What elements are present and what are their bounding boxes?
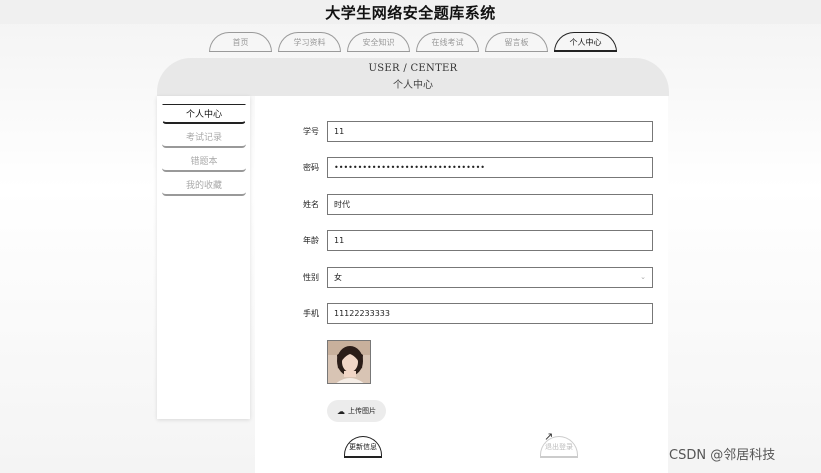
name-row: 姓名 (255, 194, 668, 216)
age-input[interactable] (327, 230, 653, 251)
app-header: 大学生网络安全题库系统 (0, 0, 821, 24)
gender-select[interactable]: 女 ⌄ (327, 267, 653, 288)
sidebar-item-exam-records[interactable]: 考试记录 (162, 128, 246, 148)
phone-label: 手机 (303, 309, 319, 318)
mouse-cursor-icon: ↗ (544, 430, 554, 443)
password-row: 密码 (255, 157, 668, 179)
gender-row: 性别 女 ⌄ (255, 267, 668, 289)
tab-security-knowledge[interactable]: 安全知识 (347, 32, 410, 52)
sidebar-item-wrong-questions[interactable]: 错题本 (162, 152, 246, 172)
student-id-input[interactable] (327, 121, 653, 142)
watermark: CSDN @邻居科技 (669, 448, 776, 463)
tab-study-materials[interactable]: 学习资料 (278, 32, 341, 52)
student-id-label: 学号 (303, 127, 319, 136)
gender-value: 女 (334, 273, 342, 282)
sidebar-item-favorites[interactable]: 我的收藏 (162, 176, 246, 196)
password-label: 密码 (303, 163, 319, 172)
tab-online-exam[interactable]: 在线考试 (416, 32, 479, 52)
banner-title-zh: 个人中心 (393, 80, 433, 91)
password-input[interactable] (327, 157, 653, 178)
app-title: 大学生网络安全题库系统 (325, 3, 496, 22)
tab-home[interactable]: 首页 (209, 32, 272, 52)
cloud-upload-icon: ☁ (337, 406, 345, 416)
profile-form: 学号 密码 姓名 年龄 性别 女 ⌄ 手机 ☁ (255, 96, 668, 473)
gender-label: 性别 (303, 273, 319, 282)
chevron-down-icon: ⌄ (640, 273, 646, 281)
upload-image-button[interactable]: ☁ 上传图片 (327, 400, 386, 422)
age-row: 年龄 (255, 230, 668, 252)
avatar (327, 340, 371, 384)
update-info-button[interactable]: 更新信息 (344, 436, 382, 458)
student-id-row: 学号 (255, 121, 668, 143)
tab-message-board[interactable]: 留言板 (485, 32, 548, 52)
name-input[interactable] (327, 194, 653, 215)
sidebar: 个人中心 考试记录 错题本 我的收藏 (157, 96, 250, 419)
tab-user-center[interactable]: 个人中心 (554, 32, 617, 52)
banner-title-en: USER / CENTER (368, 63, 458, 74)
phone-input[interactable] (327, 303, 653, 324)
age-label: 年龄 (303, 236, 319, 245)
phone-row: 手机 (255, 303, 668, 325)
page-banner: USER / CENTER 个人中心 (157, 58, 669, 96)
upload-image-label: 上传图片 (348, 408, 376, 415)
avatar-photo (328, 341, 370, 383)
sidebar-item-user-center[interactable]: 个人中心 (162, 104, 246, 124)
name-label: 姓名 (303, 200, 319, 209)
main-nav: 首页 学习资料 安全知识 在线考试 留言板 个人中心 (209, 32, 623, 52)
